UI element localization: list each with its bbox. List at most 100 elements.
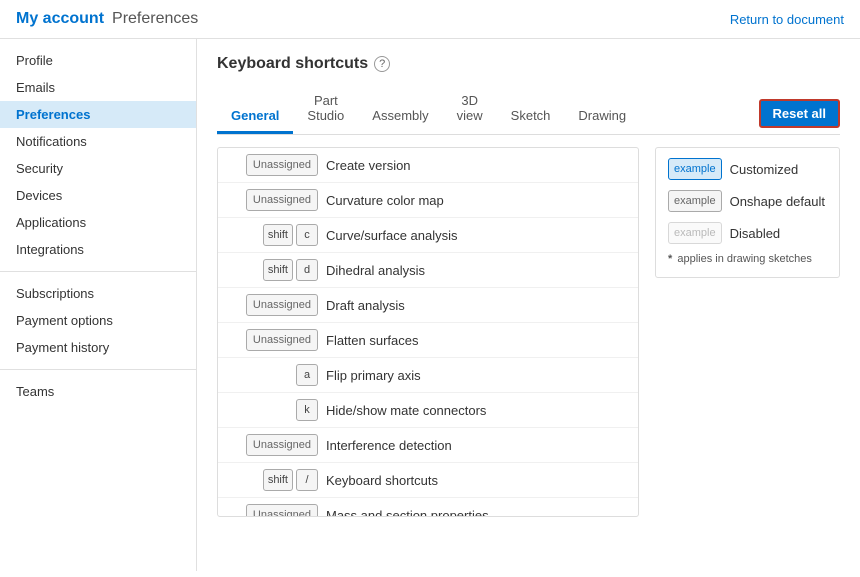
key-badge-a: a [296, 364, 318, 386]
tab-part-studio[interactable]: Part Studio [293, 87, 358, 134]
shortcut-keys-5: Unassigned [228, 329, 318, 351]
return-to-document-link[interactable]: Return to document [730, 12, 844, 27]
shortcut-keys-2: shiftc [228, 224, 318, 246]
legend-panel: exampleCustomizedexampleOnshape defaulte… [655, 147, 840, 278]
tab-drawing[interactable]: Drawing [564, 102, 640, 134]
shortcut-label-0: Create version [326, 158, 628, 173]
shortcut-keys-7: k [228, 399, 318, 421]
tab-general[interactable]: General [217, 102, 293, 134]
legend-example-default: example [668, 190, 722, 212]
sidebar-item-teams[interactable]: Teams [0, 378, 196, 405]
tab-assembly[interactable]: Assembly [358, 102, 442, 134]
main-content: Keyboard shortcuts ? GeneralPart StudioA… [197, 39, 860, 571]
shortcuts-panel[interactable]: Unassigned Create version Unassigned Curvat… [217, 147, 639, 517]
shortcut-label-10: Mass and section properties [326, 508, 628, 518]
shortcut-keys-9: shift/ [228, 469, 318, 491]
tab-sketch[interactable]: Sketch [497, 102, 565, 134]
shortcut-keys-4: Unassigned [228, 294, 318, 316]
sidebar-item-profile[interactable]: Profile [0, 47, 196, 74]
shortcut-label-7: Hide/show mate connectors [326, 403, 628, 418]
shortcut-row-8: Unassigned Interference detection [218, 428, 638, 463]
legend-item-customized: example Customized [668, 158, 827, 180]
sidebar-item-subscriptions[interactable]: Subscriptions [0, 280, 196, 307]
shortcut-keys-6: a [228, 364, 318, 386]
help-icon[interactable]: ? [374, 56, 390, 72]
app-title-sub: Preferences [112, 10, 198, 28]
section-title: Keyboard shortcuts [217, 55, 368, 73]
shortcut-row-4: Unassigned Draft analysis [218, 288, 638, 323]
key-badge-shift: shift [263, 224, 293, 246]
shortcut-row-0: Unassigned Create version [218, 148, 638, 183]
asterisk: * [668, 253, 672, 265]
sidebar-item-payment-history[interactable]: Payment history [0, 334, 196, 361]
legend-example-disabled: example [668, 222, 722, 244]
shortcut-label-9: Keyboard shortcuts [326, 473, 628, 488]
app-title-main: My account [16, 10, 104, 28]
shortcut-label-3: Dihedral analysis [326, 263, 628, 278]
shortcut-row-9: shift/Keyboard shortcuts [218, 463, 638, 498]
shortcut-label-4: Draft analysis [326, 298, 628, 313]
legend-note-text: applies in drawing sketches [677, 253, 812, 265]
shortcut-row-7: k Hide/show mate connectors [218, 393, 638, 428]
key-unassigned: Unassigned [246, 154, 318, 176]
legend-items: exampleCustomizedexampleOnshape defaulte… [668, 158, 827, 244]
key-unassigned: Unassigned [246, 434, 318, 456]
key-badge-c: c [296, 224, 318, 246]
main-layout: ProfileEmailsPreferencesNotificationsSec… [0, 39, 860, 571]
tab-3d-view[interactable]: 3D view [443, 87, 497, 134]
sidebar-item-emails[interactable]: Emails [0, 74, 196, 101]
legend-item-default: example Onshape default [668, 190, 827, 212]
key-badge-/: / [296, 469, 318, 491]
shortcut-row-2: shiftc Curve/surface analysis [218, 218, 638, 253]
sidebar-item-payment-options[interactable]: Payment options [0, 307, 196, 334]
sidebar-bottom-section: SubscriptionsPayment optionsPayment hist… [0, 280, 196, 361]
shortcut-label-6: Flip primary axis [326, 368, 628, 383]
shortcut-label-2: Curve/surface analysis [326, 228, 628, 243]
reset-all-button[interactable]: Reset all [759, 99, 840, 128]
sidebar-divider-1 [0, 271, 196, 272]
shortcut-keys-3: shiftd [228, 259, 318, 281]
key-unassigned: Unassigned [246, 294, 318, 316]
shortcut-keys-0: Unassigned [228, 154, 318, 176]
sidebar-item-preferences[interactable]: Preferences [0, 101, 196, 128]
shortcut-label-8: Interference detection [326, 438, 628, 453]
key-unassigned: Unassigned [246, 504, 318, 517]
key-unassigned: Unassigned [246, 329, 318, 351]
shortcut-row-5: Unassigned Flatten surfaces [218, 323, 638, 358]
shortcut-label-1: Curvature color map [326, 193, 628, 208]
key-unassigned: Unassigned [246, 189, 318, 211]
legend-item-disabled: example Disabled [668, 222, 827, 244]
sidebar-divider-2 [0, 369, 196, 370]
shortcut-keys-8: Unassigned [228, 434, 318, 456]
content-area: Unassigned Create version Unassigned Curvat… [217, 147, 840, 517]
tabs-container: GeneralPart StudioAssembly3D viewSketchD… [217, 87, 640, 134]
key-badge-shift: shift [263, 259, 293, 281]
sidebar-item-devices[interactable]: Devices [0, 182, 196, 209]
key-badge-k: k [296, 399, 318, 421]
shortcut-keys-1: Unassigned [228, 189, 318, 211]
legend-example-customized: example [668, 158, 722, 180]
shortcut-row-6: a Flip primary axis [218, 358, 638, 393]
shortcut-keys-10: Unassigned [228, 504, 318, 517]
sidebar: ProfileEmailsPreferencesNotificationsSec… [0, 39, 197, 571]
legend-label-default: Onshape default [730, 194, 825, 209]
sidebar-item-integrations[interactable]: Integrations [0, 236, 196, 263]
shortcut-row-3: shiftd Dihedral analysis [218, 253, 638, 288]
key-badge-d: d [296, 259, 318, 281]
sidebar-main-section: ProfileEmailsPreferencesNotificationsSec… [0, 47, 196, 263]
shortcuts-list: Unassigned Create version Unassigned Curvat… [218, 148, 638, 517]
sidebar-item-applications[interactable]: Applications [0, 209, 196, 236]
legend-note: * applies in drawing sketches [668, 252, 827, 267]
header-left: My account Preferences [16, 10, 198, 28]
shortcut-label-5: Flatten surfaces [326, 333, 628, 348]
legend-label-disabled: Disabled [730, 226, 781, 241]
legend-label-customized: Customized [730, 162, 799, 177]
shortcut-row-1: Unassigned Curvature color map [218, 183, 638, 218]
key-badge-shift: shift [263, 469, 293, 491]
sidebar-item-notifications[interactable]: Notifications [0, 128, 196, 155]
app-header: My account Preferences Return to documen… [0, 0, 860, 39]
section-heading: Keyboard shortcuts ? [217, 55, 840, 73]
tabs-row: GeneralPart StudioAssembly3D viewSketchD… [217, 87, 840, 135]
sidebar-item-security[interactable]: Security [0, 155, 196, 182]
shortcut-row-10: Unassigned Mass and section properties [218, 498, 638, 517]
